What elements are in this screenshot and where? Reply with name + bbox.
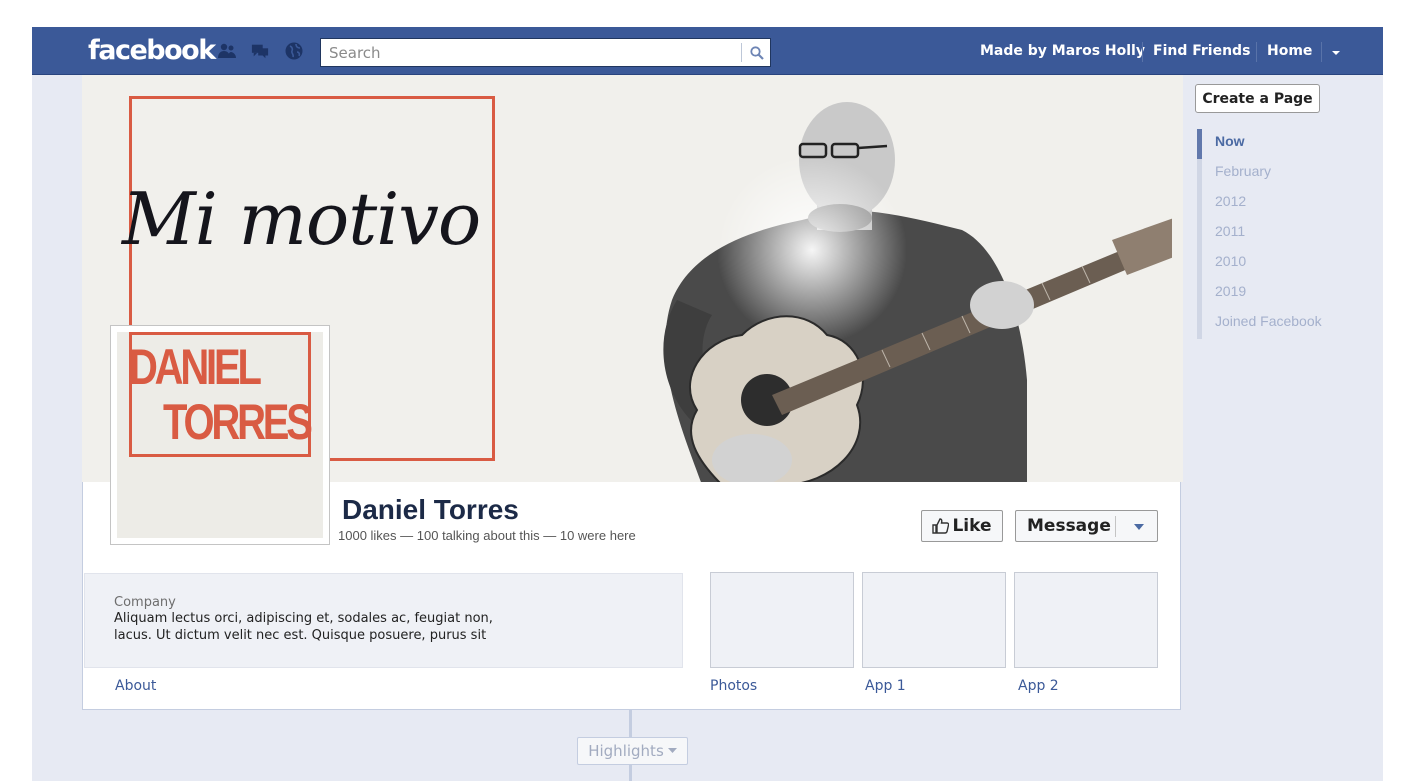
made-by-link[interactable]: Made by Maros Holly — [980, 43, 1145, 59]
highlights-dropdown[interactable]: Highlights — [577, 737, 688, 765]
facebook-page-window: facebook Made by Maros Holly Find — [32, 27, 1383, 781]
tab-photos[interactable]: Photos — [710, 678, 757, 694]
profile-name-line-1: DANIEL — [129, 339, 262, 395]
search-input[interactable] — [321, 39, 741, 66]
tab-app-1[interactable]: App 1 — [865, 678, 906, 694]
app-2-tile[interactable] — [1014, 572, 1158, 668]
search-button[interactable] — [742, 39, 771, 66]
timeline-item-now[interactable]: Now — [1197, 129, 1347, 159]
message-label: Message — [1027, 516, 1111, 536]
search-bar — [320, 38, 771, 67]
account-menu-chevron-down-icon[interactable] — [1330, 49, 1342, 57]
profile-name-line-2: TORRES — [163, 394, 313, 450]
like-button[interactable]: Like — [921, 510, 1003, 542]
photos-tile[interactable] — [710, 572, 854, 668]
create-page-button[interactable]: Create a Page — [1195, 84, 1320, 113]
home-link[interactable]: Home — [1267, 43, 1312, 59]
search-icon — [749, 45, 764, 60]
cover-script-title: Mi motivo — [122, 177, 481, 261]
chevron-down-icon[interactable] — [1133, 523, 1145, 531]
about-description: Aliquam lectus orci, adipiscing et, soda… — [114, 611, 493, 643]
timeline-item-2011[interactable]: 2011 — [1197, 219, 1347, 249]
tab-about[interactable]: About — [115, 678, 156, 694]
profile-frame-line — [129, 332, 311, 335]
messages-icon[interactable] — [251, 42, 269, 60]
nav-divider — [1256, 42, 1257, 62]
timeline-item-joined[interactable]: Joined Facebook — [1197, 309, 1347, 339]
like-label: Like — [952, 516, 992, 536]
app-1-tile[interactable] — [862, 572, 1006, 668]
profile-picture[interactable]: DANIEL TORRES — [110, 325, 330, 545]
timeline-item-2010[interactable]: 2010 — [1197, 249, 1347, 279]
timeline-scrubber: Now February 2012 2011 2010 2019 Joined … — [1197, 129, 1347, 339]
message-button[interactable]: Message — [1015, 510, 1158, 542]
highlights-label: Highlights — [588, 742, 664, 760]
find-friends-link[interactable]: Find Friends — [1153, 43, 1250, 59]
chevron-down-icon — [667, 748, 677, 753]
timeline-page-column: Mi motivo DANIEL TORRES Daniel Torres 10… — [82, 75, 1183, 710]
friend-requests-icon[interactable] — [218, 42, 236, 60]
thumbs-up-icon — [932, 518, 950, 534]
message-divider — [1115, 516, 1116, 537]
page-stats: 1000 likes — 100 talking about this — 10… — [338, 528, 636, 543]
nav-divider — [1321, 42, 1322, 62]
nav-divider — [1142, 42, 1143, 62]
about-summary-box[interactable]: Company Aliquam lectus orci, adipiscing … — [84, 573, 683, 668]
timeline-item-2012[interactable]: 2012 — [1197, 189, 1347, 219]
page-title: Daniel Torres — [342, 494, 519, 525]
timeline-item-2019[interactable]: 2019 — [1197, 279, 1347, 309]
notifications-globe-icon[interactable] — [285, 42, 303, 60]
page-category: Company — [114, 595, 176, 610]
profile-picture-image: DANIEL TORRES — [117, 332, 323, 538]
top-navigation-bar: facebook Made by Maros Holly Find — [32, 27, 1383, 75]
profile-frame-line — [129, 454, 311, 457]
tab-app-2[interactable]: App 2 — [1018, 678, 1059, 694]
timeline-item-february[interactable]: February — [1197, 159, 1347, 189]
guitarist-photo — [663, 102, 1172, 482]
facebook-logo[interactable]: facebook — [88, 35, 216, 66]
